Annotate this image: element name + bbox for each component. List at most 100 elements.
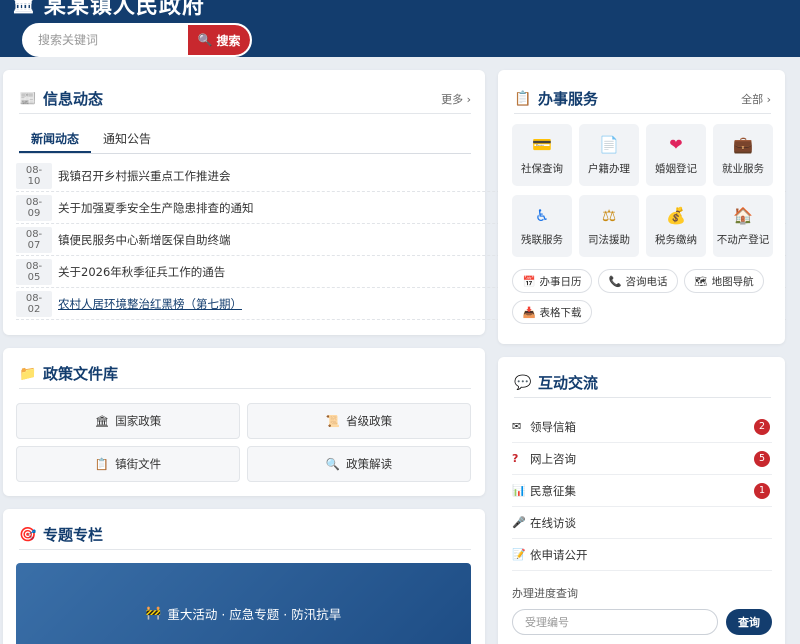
interaction-card-header: 💬 互动交流 — [514, 368, 771, 398]
special-card-header: 🎯 专题专栏 — [19, 520, 471, 550]
news-title[interactable]: 我镇召开乡村振兴重点工作推进会 — [58, 168, 231, 184]
magnifier-icon: 🔍 — [197, 33, 213, 47]
news-card-title: 信息动态 — [43, 90, 104, 108]
calendar-icon: 📅 — [522, 275, 536, 288]
interaction-opinion[interactable]: 📊 民意征集 1 — [512, 475, 772, 507]
interaction-disclosure[interactable]: 📝 依申请公开 — [512, 539, 772, 571]
news-title[interactable]: 农村人居环境整治红黑榜（第七期） — [58, 296, 242, 312]
special-banner[interactable]: 🚧 重大活动 · 应急专题 · 防汛抗旱 — [16, 563, 471, 644]
download-icon: 📥 — [522, 306, 536, 319]
service-disability[interactable]: ♿ 残联服务 — [512, 195, 572, 257]
news-more-link[interactable]: 更多 › — [441, 91, 471, 107]
service-label: 司法援助 — [588, 233, 630, 246]
construction-icon: 🚧 — [145, 605, 162, 620]
clipboard-icon: 📋 — [514, 90, 532, 107]
pencil-doc-icon: 📝 — [512, 548, 526, 561]
policy-card-title: 政策文件库 — [43, 365, 119, 383]
news-date: 08-10 — [16, 162, 52, 189]
bank-building-icon: 🏛 — [94, 414, 110, 428]
news-card-header: 📰 信息动态 更多 › — [19, 84, 471, 114]
quick-link-map[interactable]: 🗺 地图导航 — [684, 269, 764, 293]
service-social-security[interactable]: 💳 社保查询 — [512, 124, 572, 186]
quick-link-label: 地图导航 — [711, 275, 754, 288]
interaction-interview[interactable]: 🎤 在线访谈 — [512, 507, 772, 539]
clipboard-icon: 📋 — [94, 457, 110, 471]
wheelchair-icon: ♿ — [534, 205, 550, 225]
service-legal-aid[interactable]: ⚖ 司法援助 — [579, 195, 639, 257]
site-title-text: 某某镇人民政府 — [43, 0, 205, 19]
service-real-estate[interactable]: 🏠 不动产登记 — [713, 195, 773, 257]
bank-building-icon: 🏛 — [12, 0, 36, 15]
services-all-link[interactable]: 全部 › — [741, 91, 771, 107]
policy-interpretation[interactable]: 🔍 政策解读 — [247, 446, 471, 482]
query-button[interactable]: 查询 — [726, 609, 772, 635]
policy-label: 政策解读 — [346, 457, 393, 471]
interaction-label: 网上咨询 — [530, 451, 576, 466]
count-badge: 2 — [754, 418, 770, 435]
document-icon: 📄 — [599, 134, 619, 154]
news-title[interactable]: 关于加强夏季安全生产隐患排查的通知 — [58, 200, 254, 216]
heart-icon: ❤ — [669, 134, 683, 154]
news-title[interactable]: 镇便民服务中心新增医保自助终端 — [58, 232, 231, 248]
speech-bubble-icon: 💬 — [514, 374, 532, 391]
quick-link-phone[interactable]: 📞 咨询电话 — [598, 269, 678, 293]
scroll-icon: 📜 — [325, 414, 341, 428]
quick-link-download[interactable]: 📥 表格下载 — [512, 300, 592, 324]
search-box: 🔍 搜索 — [22, 23, 252, 57]
news-tabs: 新闻动态 通知公告 — [19, 126, 471, 154]
news-date: 08-07 — [16, 226, 52, 253]
news-title[interactable]: 关于2026年秋季征兵工作的通告 — [58, 264, 225, 280]
service-tax[interactable]: 💰 税务缴纳 — [646, 195, 706, 257]
interaction-label: 在线访谈 — [530, 515, 576, 530]
quick-link-calendar[interactable]: 📅 办事日历 — [512, 269, 592, 293]
service-household[interactable]: 📄 户籍办理 — [579, 124, 639, 186]
phone-icon: 📞 — [608, 275, 622, 288]
service-employment[interactable]: 💼 就业服务 — [713, 124, 773, 186]
money-bag-icon: 💰 — [666, 205, 686, 225]
site-title[interactable]: 🏛 某某镇人民政府 — [12, 0, 205, 20]
envelope-icon: ✉ — [512, 420, 522, 433]
policy-township[interactable]: 📋 镇街文件 — [16, 446, 240, 482]
policy-label: 省级政策 — [346, 414, 393, 428]
service-label: 就业服务 — [722, 162, 764, 175]
service-label: 社保查询 — [521, 162, 563, 175]
target-icon: 🎯 — [19, 526, 37, 543]
service-marriage[interactable]: ❤ 婚姻登记 — [646, 124, 706, 186]
quick-link-label: 办事日历 — [539, 275, 582, 288]
interaction-card-title: 互动交流 — [538, 374, 599, 392]
progress-query-label: 办理进度查询 — [512, 587, 578, 600]
count-badge: 1 — [754, 482, 770, 499]
question-icon: ? — [512, 452, 519, 465]
tab-news[interactable]: 新闻动态 — [19, 126, 92, 153]
interaction-online-consult[interactable]: ? 网上咨询 5 — [512, 443, 772, 475]
newspaper-icon: 📰 — [19, 90, 37, 107]
news-date: 08-09 — [16, 194, 52, 221]
count-badge: 5 — [754, 450, 770, 467]
microphone-icon: 🎤 — [512, 516, 526, 529]
policy-provincial[interactable]: 📜 省级政策 — [247, 403, 471, 439]
policy-label: 镇街文件 — [115, 457, 162, 471]
special-card-title: 专题专栏 — [43, 526, 104, 544]
policy-card-header: 📁 政策文件库 — [19, 359, 471, 389]
banner-text: 重大活动 · 应急专题 · 防汛抗旱 — [167, 606, 342, 622]
service-label: 婚姻登记 — [655, 162, 697, 175]
acceptance-number-input[interactable] — [512, 609, 718, 635]
map-icon: 🗺 — [694, 275, 708, 288]
interaction-label: 依申请公开 — [530, 547, 588, 562]
magnifier-icon: 🔍 — [325, 457, 341, 471]
news-date: 08-05 — [16, 258, 52, 285]
search-input[interactable] — [24, 25, 188, 55]
interaction-label: 领导信箱 — [530, 419, 576, 434]
services-card-header: 📋 办事服务 全部 › — [514, 84, 771, 114]
policy-national[interactable]: 🏛 国家政策 — [16, 403, 240, 439]
tab-notices[interactable]: 通知公告 — [91, 126, 163, 153]
bar-chart-icon: 📊 — [512, 484, 526, 497]
scales-icon: ⚖ — [601, 205, 617, 225]
service-label: 不动产登记 — [716, 233, 770, 246]
service-label: 税务缴纳 — [655, 233, 697, 246]
search-button-label: 搜索 — [216, 33, 241, 48]
interaction-leader-mailbox[interactable]: ✉ 领导信箱 2 — [512, 411, 772, 443]
service-label: 户籍办理 — [588, 162, 630, 175]
house-icon: 🏠 — [733, 205, 753, 225]
search-button[interactable]: 🔍 搜索 — [188, 25, 250, 55]
